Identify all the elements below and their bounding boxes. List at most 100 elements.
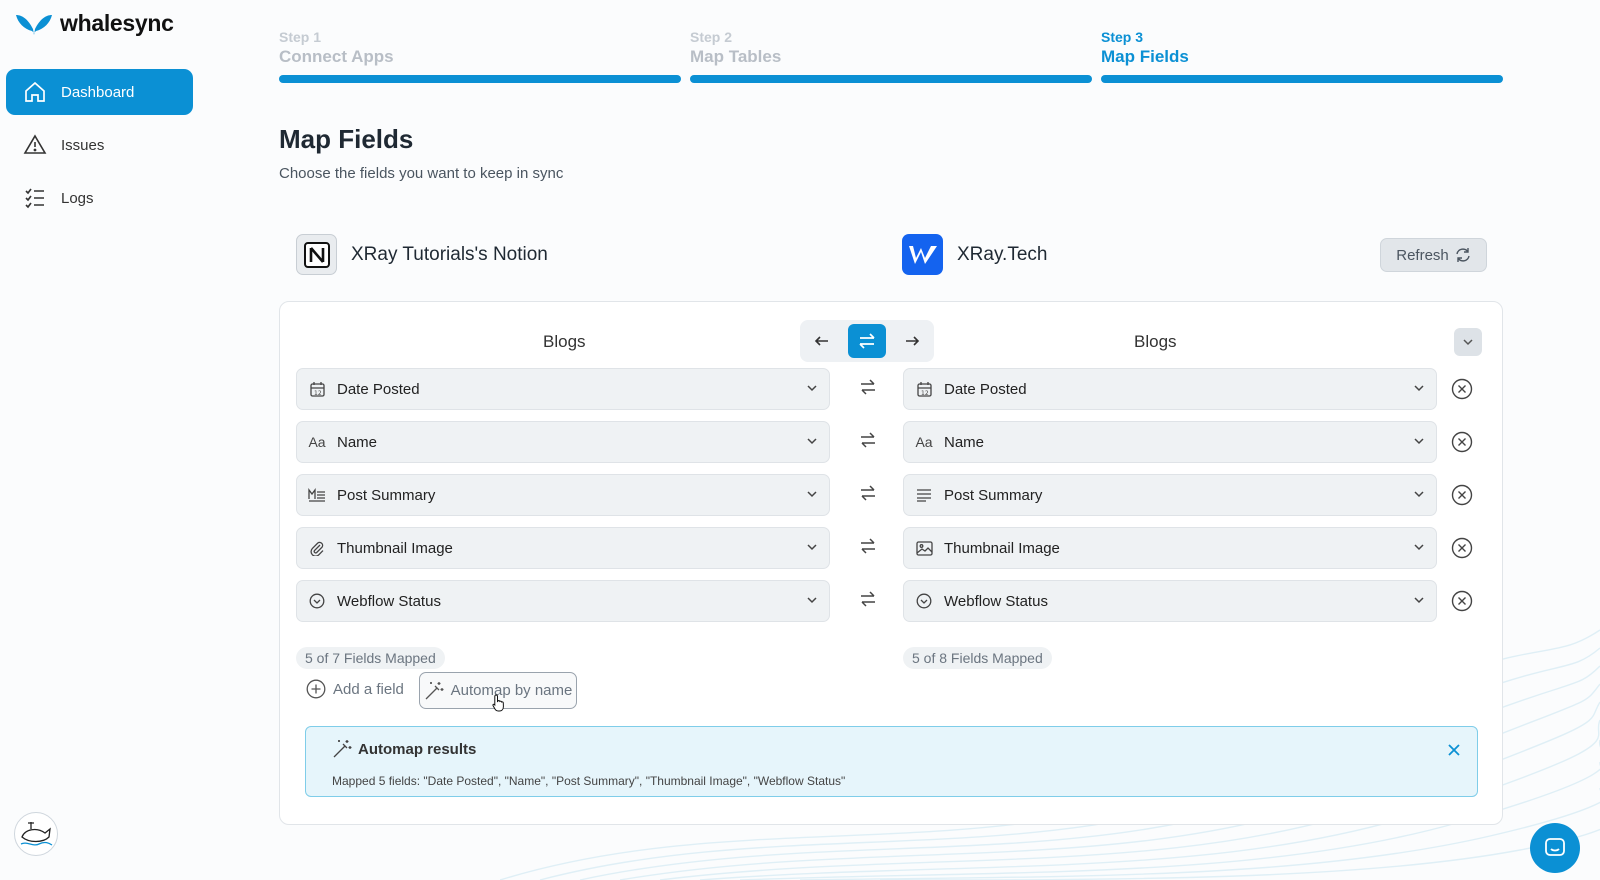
source-field-select[interactable]: Webflow Status <box>296 580 830 622</box>
automap-results-panel: Automap results Mapped 5 fields: "Date P… <box>305 726 1478 797</box>
sidebar-item-dashboard[interactable]: Dashboard <box>6 69 193 115</box>
swap-arrows-icon <box>861 379 875 395</box>
chevron-down-icon <box>807 438 817 445</box>
destination-mapped-count-badge: 5 of 8 Fields Mapped <box>903 647 1052 669</box>
svg-text:12: 12 <box>921 390 929 397</box>
destination-field-select[interactable]: Thumbnail Image <box>903 527 1437 569</box>
refresh-button[interactable]: Refresh <box>1380 238 1487 272</box>
destination-app: XRay.Tech <box>902 234 1047 275</box>
field-label: Date Posted <box>337 380 420 398</box>
source-field-select[interactable]: 12 Date Posted <box>296 368 830 410</box>
sidebar-item-label: Issues <box>61 136 105 154</box>
avatar[interactable] <box>14 812 58 856</box>
home-icon <box>23 80 47 104</box>
destination-field-select[interactable]: Webflow Status <box>903 580 1437 622</box>
field-label: Name <box>944 433 985 451</box>
sync-right-button[interactable] <box>893 324 931 358</box>
remove-mapping-icon[interactable] <box>1451 537 1473 559</box>
sync-left-button[interactable] <box>803 324 841 358</box>
sidebar-item-label: Dashboard <box>61 83 135 101</box>
webflow-icon <box>902 234 943 275</box>
field-mapping-card: Blogs Blogs 12 Date Posted 12 Date Poste… <box>279 301 1503 825</box>
destination-field-select[interactable]: Aa Name <box>903 421 1437 463</box>
paragraph-icon <box>914 485 934 505</box>
field-mapping-row: Thumbnail Image Thumbnail Image <box>296 527 1486 569</box>
field-label: Webflow Status <box>944 592 1048 610</box>
hand-cursor-icon <box>492 694 504 712</box>
brand-logo[interactable]: whalesync <box>14 10 174 37</box>
step-map-fields[interactable]: Step 3 Map Fields <box>1101 29 1503 83</box>
field-label: Thumbnail Image <box>337 539 453 557</box>
remove-mapping-icon[interactable] <box>1451 431 1473 453</box>
source-table-name: Blogs <box>543 332 586 351</box>
chat-support-button[interactable] <box>1530 823 1580 873</box>
step-progress-bar <box>279 75 681 83</box>
chevron-down-icon <box>1414 438 1424 445</box>
add-field-button[interactable]: Add a field <box>306 679 404 699</box>
swap-arrows-icon <box>861 591 875 607</box>
swap-arrows-icon <box>859 333 875 349</box>
step-label: Map Fields <box>1101 47 1189 66</box>
remove-mapping-icon[interactable] <box>1451 590 1473 612</box>
status-icon <box>307 591 327 611</box>
close-icon[interactable] <box>1447 743 1461 757</box>
field-mapping-row: Post Summary Post Summary <box>296 474 1486 516</box>
automap-results-message: Mapped 5 fields: "Date Posted", "Name", … <box>332 774 846 788</box>
step-number: Step 1 <box>279 29 322 45</box>
source-field-select[interactable]: Aa Name <box>296 421 830 463</box>
brand-name: whalesync <box>60 10 174 36</box>
arrow-left-icon <box>815 336 829 346</box>
step-connect-apps[interactable]: Step 1 Connect Apps <box>279 29 681 83</box>
chevron-down-icon <box>807 597 817 604</box>
refresh-icon <box>1456 248 1470 262</box>
field-label: Date Posted <box>944 380 1027 398</box>
markdown-icon <box>307 485 327 505</box>
magic-wand-icon <box>333 740 352 758</box>
page-title: Map Fields <box>279 124 414 154</box>
chevron-down-icon <box>1414 544 1424 551</box>
source-field-select[interactable]: Post Summary <box>296 474 830 516</box>
sidebar-item-label: Logs <box>61 189 94 207</box>
stepper: Step 1 Connect Apps Step 2 Map Tables St… <box>279 29 1503 83</box>
sync-both-button[interactable] <box>847 324 886 358</box>
remove-mapping-icon[interactable] <box>1451 484 1473 506</box>
sidebar-item-logs[interactable]: Logs <box>6 175 193 221</box>
list-check-icon <box>23 186 47 210</box>
field-label: Post Summary <box>944 486 1043 504</box>
text-icon: Aa <box>915 434 933 450</box>
text-icon: Aa <box>308 434 326 450</box>
source-app: XRay Tutorials's Notion <box>296 234 548 275</box>
source-mapped-count-badge: 5 of 7 Fields Mapped <box>296 647 445 669</box>
warning-icon <box>23 133 47 157</box>
step-number: Step 3 <box>1101 29 1144 45</box>
chevron-down-icon <box>1414 491 1424 498</box>
destination-table-name: Blogs <box>1134 332 1177 351</box>
collapse-button[interactable] <box>1454 328 1482 356</box>
field-mapping-row: Webflow Status Webflow Status <box>296 580 1486 622</box>
swap-arrows-icon <box>861 538 875 554</box>
remove-mapping-icon[interactable] <box>1451 378 1473 400</box>
destination-field-select[interactable]: 12 Date Posted <box>903 368 1437 410</box>
plus-circle-icon <box>306 679 326 699</box>
sidebar-item-issues[interactable]: Issues <box>6 122 193 168</box>
chevron-down-icon <box>807 491 817 498</box>
destination-field-select[interactable]: Post Summary <box>903 474 1437 516</box>
chevron-down-icon <box>807 385 817 392</box>
chevron-down-icon <box>1414 597 1424 604</box>
automap-label: Automap by name <box>450 682 573 699</box>
step-progress-bar <box>690 75 1092 83</box>
destination-app-name: XRay.Tech <box>957 243 1048 265</box>
page-subtitle: Choose the fields you want to keep in sy… <box>279 165 564 182</box>
swap-arrows-icon <box>861 432 875 448</box>
source-field-select[interactable]: Thumbnail Image <box>296 527 830 569</box>
magic-wand-icon <box>425 681 444 699</box>
chevron-down-icon <box>1414 385 1424 392</box>
step-map-tables[interactable]: Step 2 Map Tables <box>690 29 1092 83</box>
svg-text:12: 12 <box>314 390 322 397</box>
paperclip-icon <box>307 538 327 558</box>
field-label: Webflow Status <box>337 592 441 610</box>
notion-icon <box>296 234 337 275</box>
step-progress-bar <box>1101 75 1503 83</box>
status-icon <box>914 591 934 611</box>
image-icon <box>914 538 934 558</box>
